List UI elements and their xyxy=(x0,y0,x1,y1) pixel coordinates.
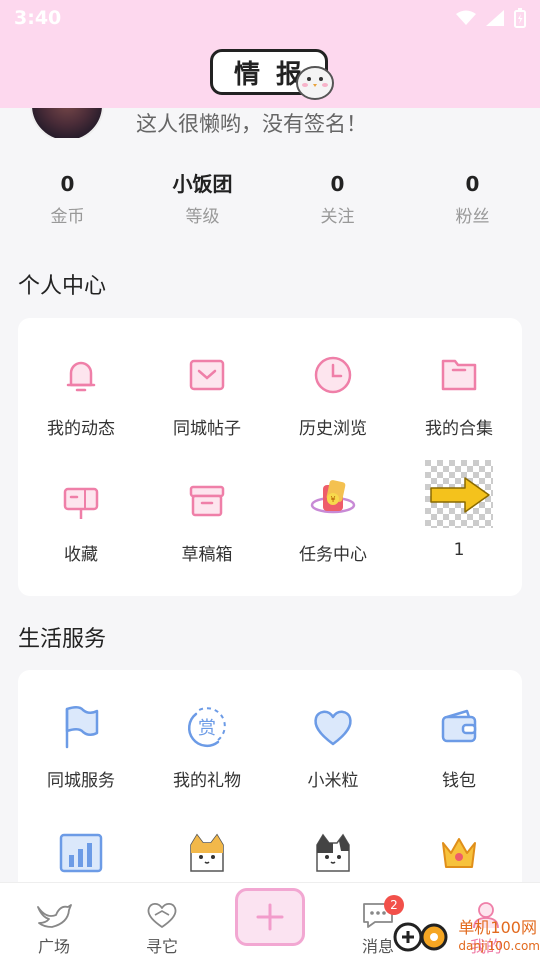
profile-header: 这人很懒哟，没有签名！ xyxy=(0,108,540,138)
personal-center-card: 我的动态 同城帖子 历史浏览 我的合集 收藏 草稿箱 ¥ 任务中心 1 xyxy=(18,318,522,596)
menu-my-gifts[interactable]: 赏 我的礼物 xyxy=(144,700,270,826)
app-logo: 情 报 xyxy=(210,41,334,103)
top-bar: 情 报 xyxy=(0,36,540,108)
wifi-icon xyxy=(456,10,476,25)
tab-label: 消息 xyxy=(361,937,394,956)
menu-label: 小米粒 xyxy=(307,771,359,791)
menu-collections[interactable]: 我的合集 xyxy=(396,348,522,474)
battery-icon xyxy=(514,8,526,28)
menu-label: 收藏 xyxy=(64,545,98,565)
stat-value: 0 xyxy=(330,172,345,196)
menu-label: 任务中心 xyxy=(299,545,367,565)
plus-icon xyxy=(256,903,284,931)
menu-label: 我的合集 xyxy=(425,419,493,439)
heart-icon xyxy=(306,700,360,754)
avatar[interactable] xyxy=(30,108,104,138)
paw-heart-icon xyxy=(147,902,177,928)
menu-label: 草稿箱 xyxy=(181,545,233,565)
flag-icon xyxy=(54,700,108,754)
menu-label: 我的动态 xyxy=(47,419,115,439)
menu-label: 历史浏览 xyxy=(299,419,367,439)
stat-value: 0 xyxy=(465,172,480,196)
stat-following[interactable]: 0 关注 xyxy=(270,170,405,227)
folder-icon xyxy=(432,348,486,402)
menu-label: 我的礼物 xyxy=(173,771,241,791)
status-time: 3:40 xyxy=(14,7,62,29)
cat-dark-icon xyxy=(306,826,360,880)
tab-find-pet[interactable]: 寻它 xyxy=(108,883,216,960)
stat-value: 0 xyxy=(60,172,75,196)
menu-task-center[interactable]: ¥ 任务中心 xyxy=(270,474,396,600)
svg-text:赏: 赏 xyxy=(198,718,216,739)
stat-level[interactable]: 小饭团 等级 xyxy=(135,170,270,227)
archive-icon xyxy=(180,474,234,528)
section-title-personal: 个人中心 xyxy=(18,274,107,299)
tab-label: 寻它 xyxy=(145,937,178,956)
tab-square[interactable]: 广场 xyxy=(0,883,108,960)
cat-icon xyxy=(180,826,234,880)
publish-button[interactable] xyxy=(235,888,305,946)
status-icons xyxy=(456,8,526,28)
watermark-line-2: danji100.com xyxy=(458,939,540,953)
clock-icon xyxy=(306,348,360,402)
wallet-icon xyxy=(432,700,486,754)
logo-char-1: 情 xyxy=(233,59,262,90)
stat-label: 等级 xyxy=(185,207,220,227)
yellow-arrow-icon xyxy=(425,460,493,528)
profile-signature: 这人很懒哟，没有签名！ xyxy=(136,112,367,136)
crown-icon xyxy=(432,826,486,880)
stat-label: 粉丝 xyxy=(455,207,490,227)
watermark-logo xyxy=(392,917,453,957)
reward-icon: 赏 xyxy=(180,700,234,754)
menu-city-service[interactable]: 同城服务 xyxy=(18,700,144,826)
stat-label: 金币 xyxy=(50,207,85,227)
task-planet-icon: ¥ xyxy=(306,474,360,528)
mail-box-icon xyxy=(180,348,234,402)
menu-rice-grains[interactable]: 小米粒 xyxy=(270,700,396,826)
mailbox-icon xyxy=(54,474,108,528)
menu-label: 同城服务 xyxy=(47,771,115,791)
stat-fans[interactable]: 0 粉丝 xyxy=(405,170,540,227)
stat-coins[interactable]: 0 金币 xyxy=(0,170,135,227)
menu-wallet[interactable]: 钱包 xyxy=(396,700,522,826)
watermark-line-1: 单机100网 xyxy=(458,918,537,937)
watermark-text: 单机100网 danji100.com xyxy=(458,919,540,955)
stat-label: 关注 xyxy=(320,207,355,227)
svg-text:¥: ¥ xyxy=(330,495,335,504)
menu-label: 1 xyxy=(453,540,465,560)
chart-icon xyxy=(54,826,108,880)
menu-label: 钱包 xyxy=(442,771,476,791)
bird-mascot-icon xyxy=(296,66,334,100)
menu-my-posts[interactable]: 我的动态 xyxy=(18,348,144,474)
menu-drafts[interactable]: 草稿箱 xyxy=(144,474,270,600)
signal-icon xyxy=(486,10,504,26)
bell-icon xyxy=(54,348,108,402)
tab-label: 广场 xyxy=(37,937,70,956)
menu-label: 同城帖子 xyxy=(173,419,241,439)
watermark: 单机100网 danji100.com xyxy=(392,914,540,960)
stat-value: 小饭团 xyxy=(172,172,233,196)
menu-item-1[interactable]: 1 xyxy=(396,460,522,600)
status-bar: 3:40 xyxy=(0,0,540,36)
menu-history[interactable]: 历史浏览 xyxy=(270,348,396,474)
section-title-services: 生活服务 xyxy=(18,627,107,652)
menu-city-posts[interactable]: 同城帖子 xyxy=(144,348,270,474)
unread-badge: 2 xyxy=(384,895,404,915)
bird-icon xyxy=(37,904,72,928)
profile-stats: 0 金币 小饭团 等级 0 关注 0 粉丝 xyxy=(0,170,540,227)
menu-favorites[interactable]: 收藏 xyxy=(18,474,144,600)
